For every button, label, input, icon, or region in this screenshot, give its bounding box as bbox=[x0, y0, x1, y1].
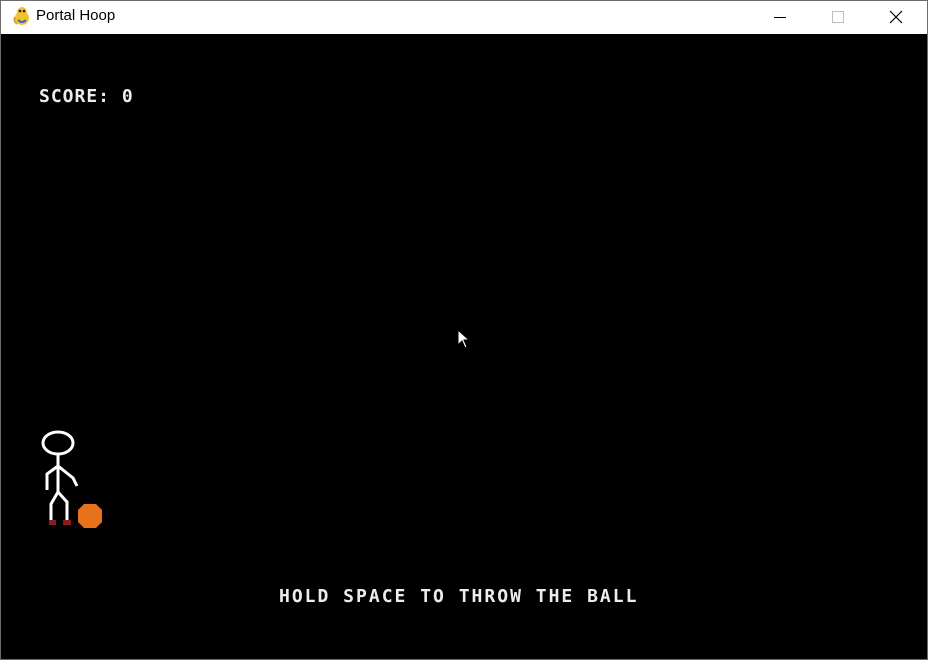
mouse-cursor-icon bbox=[457, 329, 471, 349]
minimize-icon bbox=[774, 17, 786, 18]
pygame-snake-icon bbox=[13, 7, 29, 25]
close-button[interactable] bbox=[867, 1, 925, 33]
title-bar[interactable]: Portal Hoop bbox=[1, 1, 927, 33]
window-title: Portal Hoop bbox=[36, 7, 116, 24]
minimize-button[interactable] bbox=[751, 1, 809, 33]
game-canvas[interactable]: SCORE: 0 HOLD SPACE TO THROW THE BALL bbox=[1, 34, 927, 659]
instruction-text: HOLD SPACE TO THROW THE BALL bbox=[279, 586, 639, 607]
maximize-icon bbox=[832, 11, 844, 23]
basketball bbox=[78, 504, 102, 528]
game-window: Portal Hoop SCORE: 0 HOLD SPACE TO THROW… bbox=[0, 0, 928, 660]
maximize-button[interactable] bbox=[809, 1, 867, 33]
player-stickman bbox=[41, 430, 79, 525]
close-icon bbox=[889, 10, 903, 24]
score-display: SCORE: 0 bbox=[39, 86, 134, 107]
